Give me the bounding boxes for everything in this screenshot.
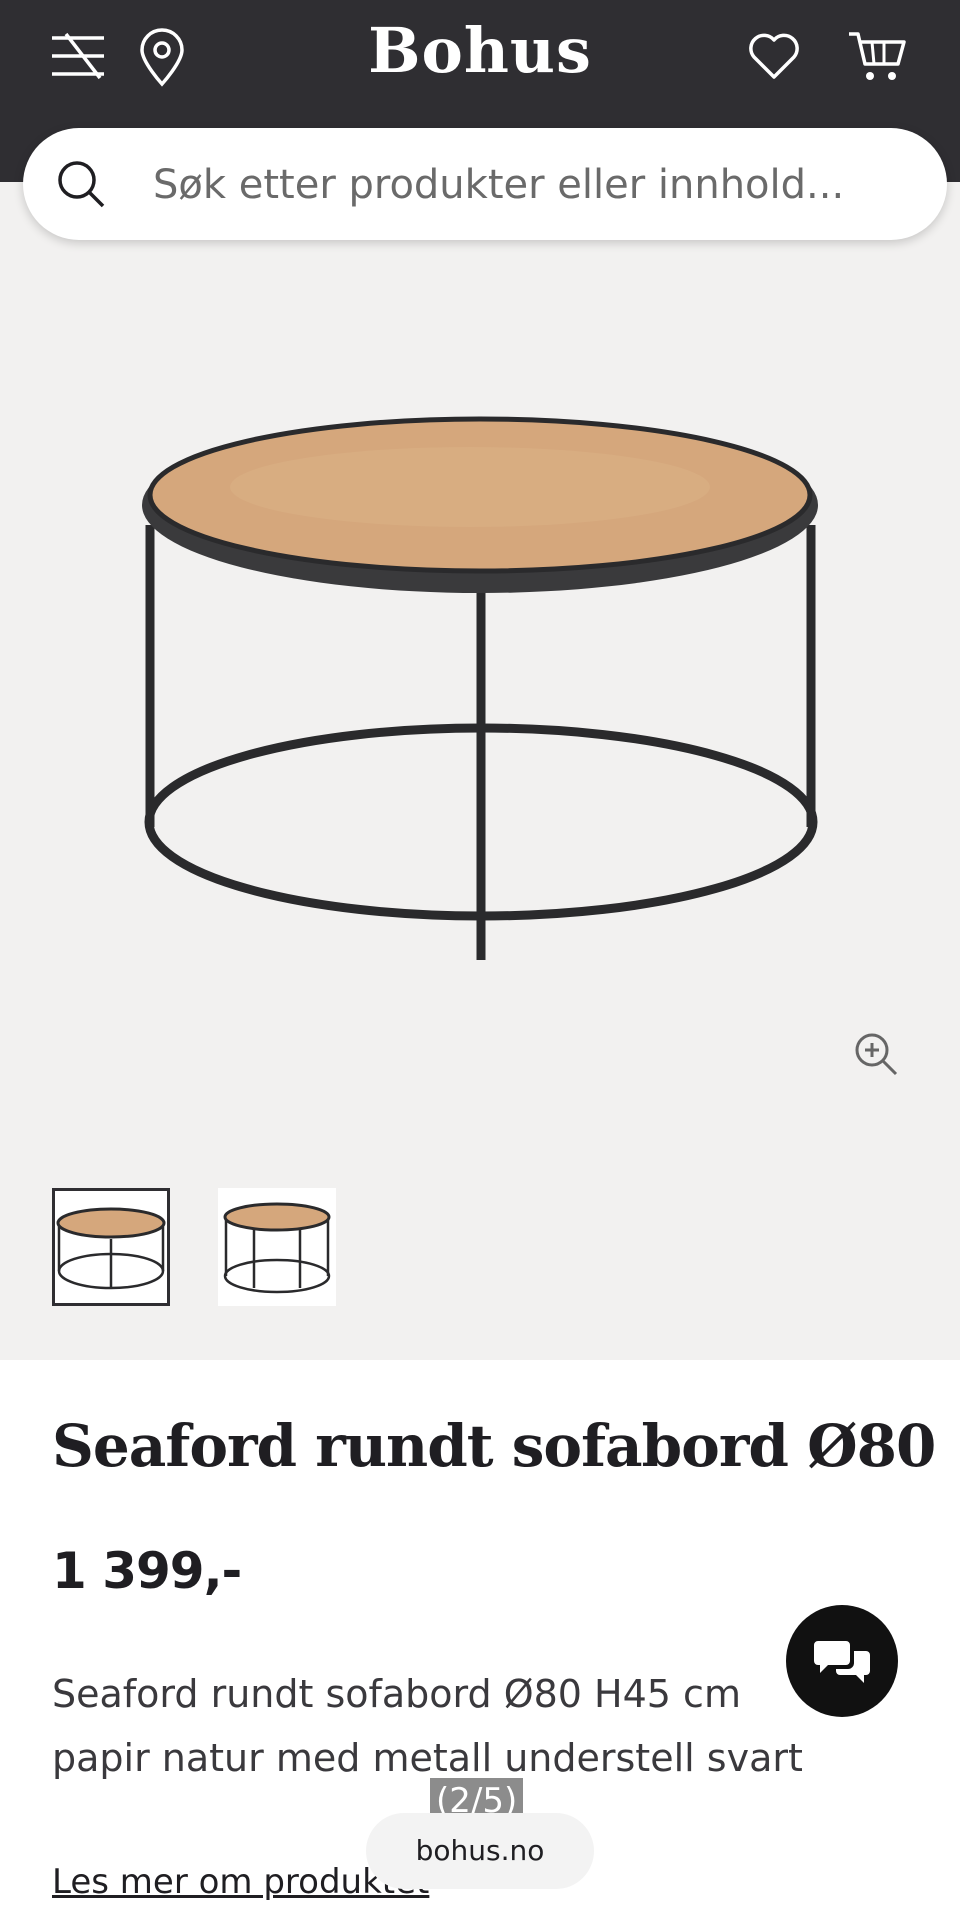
product-price: 1 399,-: [52, 1542, 242, 1600]
domain-label: bohus.no: [366, 1813, 594, 1889]
search-icon: [58, 161, 105, 208]
zoom-icon[interactable]: [852, 1030, 900, 1082]
product-main-image[interactable]: [0, 182, 960, 1082]
product-description: Seaford rundt sofabord Ø80 H45 cm papir …: [52, 1672, 803, 1780]
brand-logo[interactable]: Bohus: [0, 14, 960, 87]
cart-icon[interactable]: [846, 28, 908, 90]
product-title: Seaford rundt sofabord Ø80: [52, 1412, 936, 1480]
search-input[interactable]: [151, 154, 915, 216]
heart-icon[interactable]: [746, 30, 802, 86]
thumbnail-2[interactable]: [218, 1188, 336, 1306]
product-gallery: [0, 182, 960, 1360]
chat-button[interactable]: [786, 1605, 898, 1717]
thumbnail-1[interactable]: [52, 1188, 170, 1306]
chat-icon: [814, 1641, 870, 1683]
search-bar[interactable]: [23, 128, 947, 240]
